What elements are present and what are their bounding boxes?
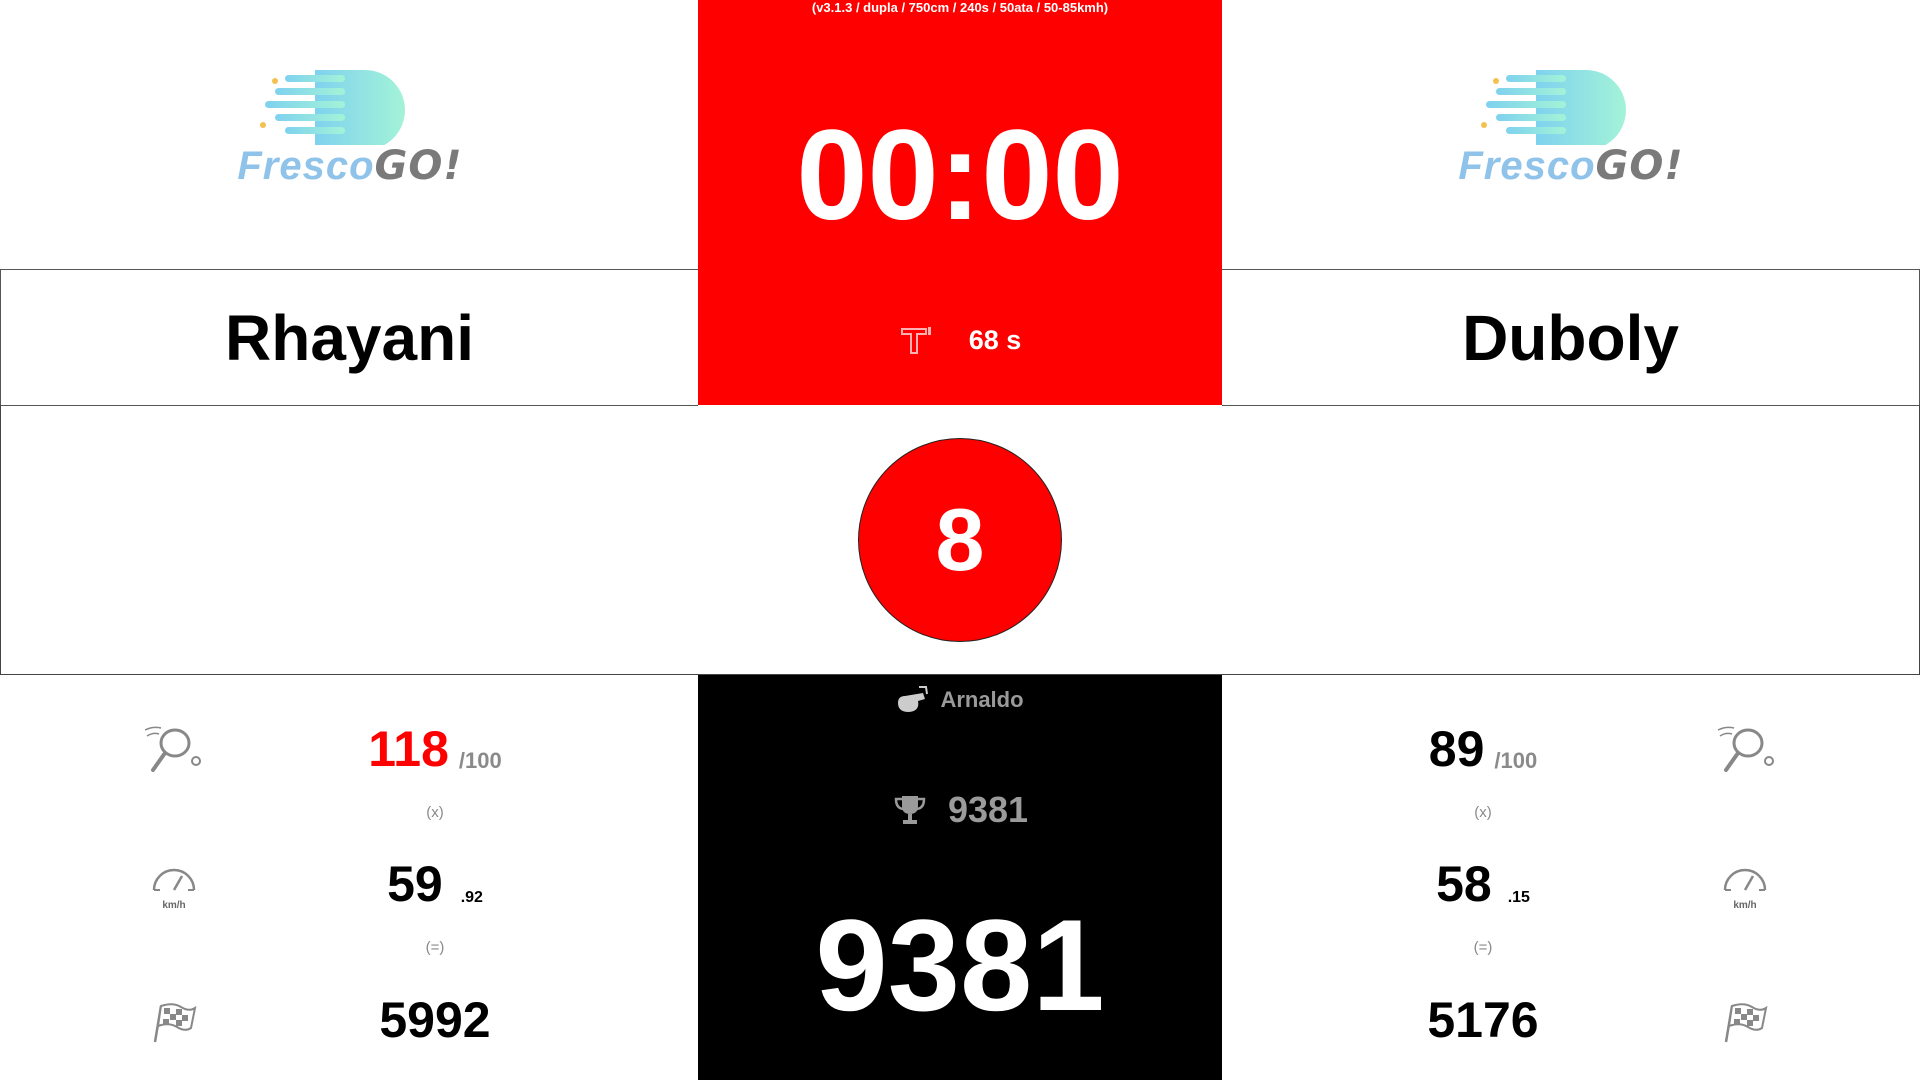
record: 9381: [698, 785, 1222, 835]
racket-icon: [144, 726, 201, 772]
right-hits-max: /100: [1494, 748, 1538, 773]
left-points: 5992: [379, 992, 491, 1048]
right-speed-dec: .15: [1507, 889, 1530, 906]
referee-name: Arnaldo: [940, 687, 1024, 712]
record-value: 9381: [947, 789, 1029, 830]
fresco-go-logo-icon: [1481, 70, 1626, 150]
right-op-multiply: (x): [1474, 804, 1492, 821]
right-player-name-cell: Duboly: [1222, 269, 1920, 406]
right-hits: 89 /100: [1348, 718, 1618, 778]
left-speed-dec: .92: [460, 889, 483, 906]
checkered-flag-icon: [1724, 1003, 1768, 1043]
checkered-flag-icon: [153, 1003, 197, 1043]
fresco-go-logo-icon: [260, 70, 405, 150]
logo-wordmark: FrescoGO!: [1458, 143, 1684, 189]
left-hits: 118 /100: [300, 718, 570, 778]
whistle-icon: [898, 686, 929, 712]
timer-icon: [900, 327, 931, 354]
trophy-icon: [894, 796, 926, 824]
right-speed: 58 .15: [1348, 853, 1618, 913]
game-timer: 00:00: [796, 103, 1124, 247]
logo-wordmark: FrescoGO!: [237, 143, 463, 189]
right-points: 5176: [1427, 992, 1539, 1048]
right-player-name: Duboly: [1462, 301, 1679, 374]
left-op-equals: (=): [425, 939, 445, 956]
left-hits-value: 118: [368, 721, 449, 777]
speedometer-icon: [1723, 868, 1767, 891]
left-op-multiply: (x): [426, 804, 444, 821]
racket-icon: [1717, 726, 1774, 772]
right-logo: FrescoGO!: [1456, 55, 1686, 205]
round-number: 8: [858, 438, 1062, 642]
left-logo: FrescoGO!: [235, 55, 465, 205]
total-score: 9381: [815, 892, 1105, 1038]
referee: Arnaldo: [698, 680, 1222, 720]
left-speed-int: 59: [387, 856, 443, 912]
speedometer-icon: [152, 868, 196, 891]
right-hits-value: 89: [1428, 721, 1485, 777]
left-speed: 59 .92: [300, 853, 570, 913]
left-speed-unit: km/h: [162, 900, 186, 911]
rest-time-value: 68 s: [968, 324, 1022, 355]
left-player-name: Rhayani: [225, 301, 474, 374]
left-player-name-cell: Rhayani: [0, 269, 698, 406]
left-hits-max: /100: [458, 748, 502, 773]
version-info: (v3.1.3 / dupla / 750cm / 240s / 50ata /…: [811, 0, 1109, 15]
rest-time: 68 s: [698, 318, 1222, 362]
right-speed-int: 58: [1436, 856, 1492, 912]
right-speed-unit: km/h: [1733, 900, 1757, 911]
right-op-equals: (=): [1473, 939, 1493, 956]
